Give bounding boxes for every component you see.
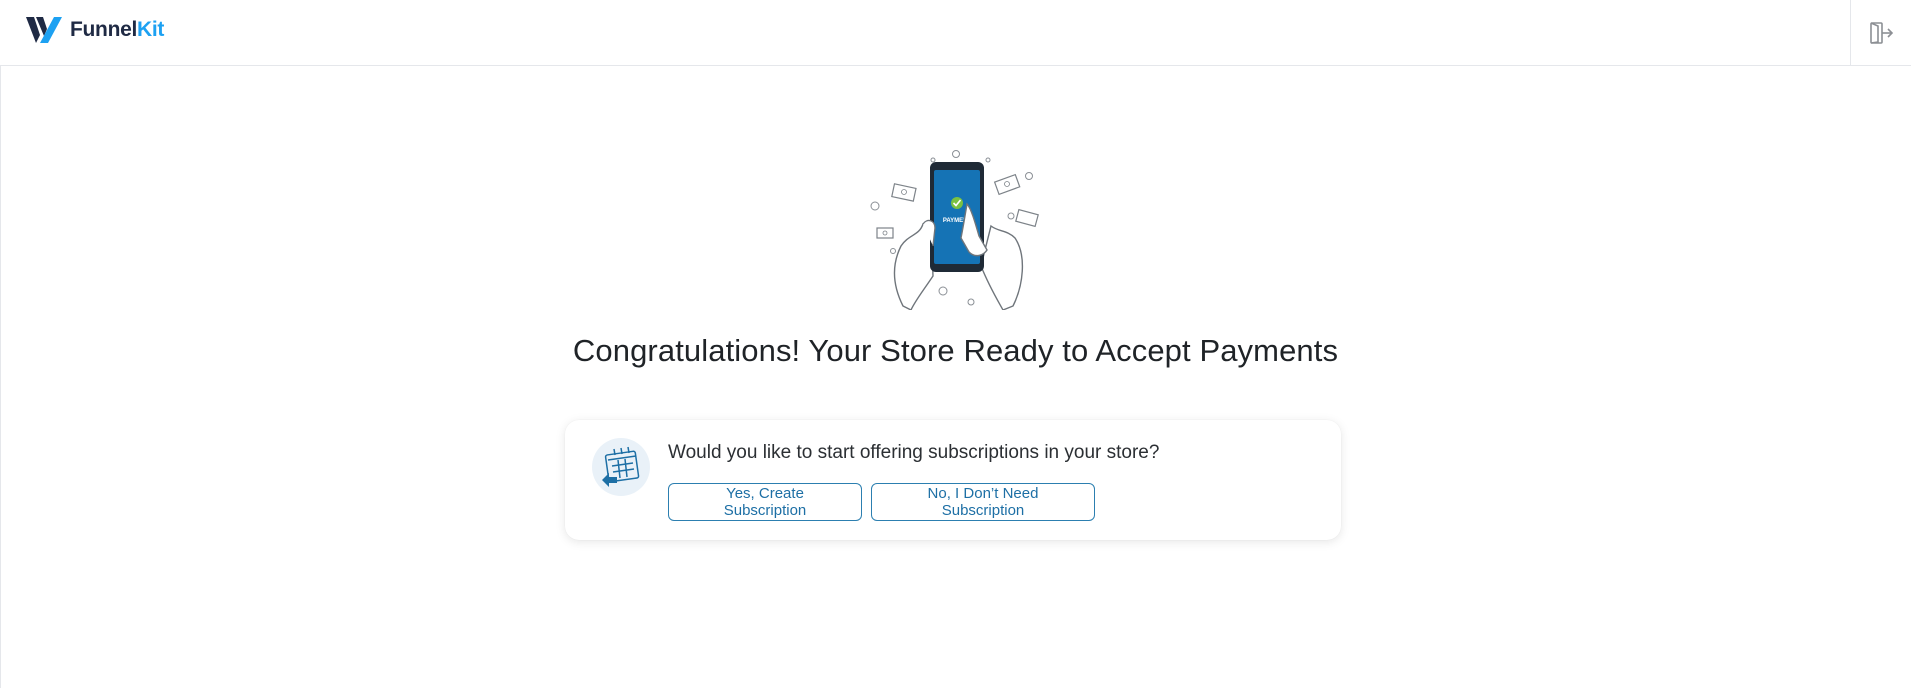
subscription-question: Would you like to start offering subscri… bbox=[668, 442, 1160, 463]
calendar-icon bbox=[602, 446, 640, 487]
logo-text: FunnelKit bbox=[70, 18, 164, 42]
top-bar: FunnelKit bbox=[0, 0, 1911, 66]
subscription-card: Would you like to start offering subscri… bbox=[565, 420, 1341, 540]
left-border bbox=[0, 66, 1, 688]
page-title: Congratulations! Your Store Ready to Acc… bbox=[572, 333, 1339, 368]
create-subscription-button[interactable]: Yes, Create Subscription bbox=[668, 483, 862, 521]
logo-text-kit: Kit bbox=[137, 18, 165, 41]
payment-phone-illustration: PAYMENT bbox=[870, 150, 1039, 310]
logo-text-funnel: Funnel bbox=[70, 18, 138, 41]
funnelkit-logo-mark bbox=[26, 17, 62, 43]
funnelkit-logo[interactable]: FunnelKit bbox=[26, 15, 164, 45]
exit-icon bbox=[1870, 21, 1894, 44]
exit-button[interactable] bbox=[1850, 0, 1911, 65]
calendar-icon-wrapper bbox=[592, 438, 650, 496]
skip-subscription-button[interactable]: No, I Don’t Need Subscription bbox=[871, 483, 1095, 521]
